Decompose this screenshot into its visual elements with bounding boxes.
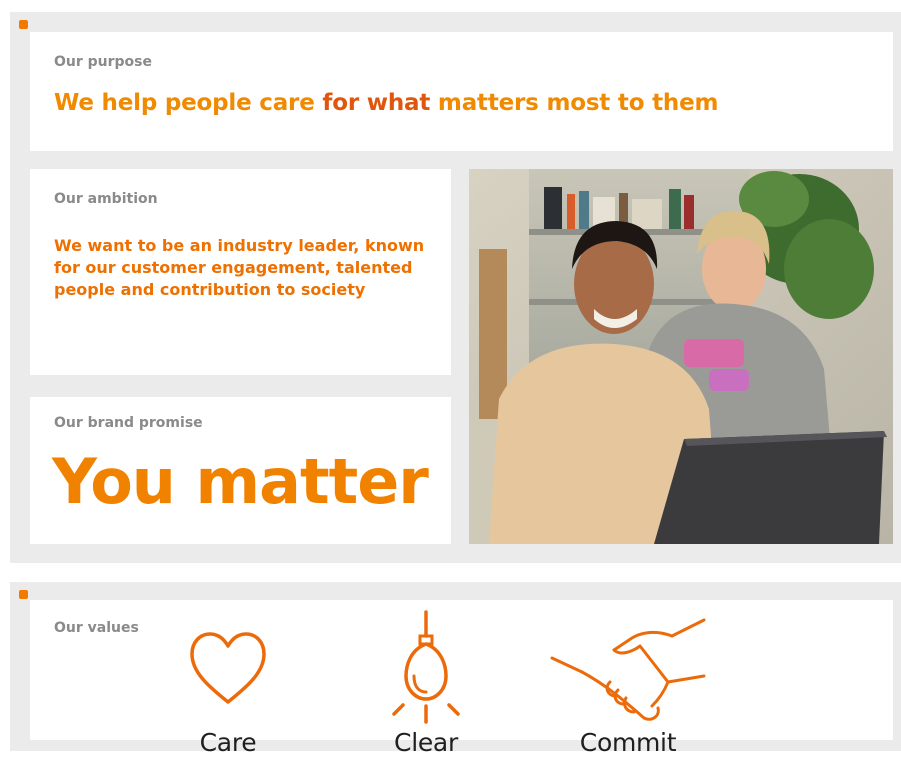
values-label: Our values: [54, 620, 139, 636]
value-clear-label: Clear: [394, 728, 458, 757]
ambition-card: Our ambition We want to be an industry l…: [30, 169, 451, 375]
handshake-icon: [550, 618, 706, 721]
ambition-statement: We want to be an industry leader, known …: [54, 236, 425, 299]
ambition-label: Our ambition: [54, 191, 158, 207]
heart-icon: [190, 632, 266, 704]
value-commit-label: Commit: [579, 728, 677, 757]
value-care-label: Care: [199, 728, 257, 757]
purpose-text-part1: We help people care: [54, 90, 323, 116]
lightbulb-icon: [392, 610, 460, 724]
value-commit: Commit: [548, 600, 708, 757]
purpose-label: Our purpose: [54, 54, 153, 70]
values-card: Our values Care Clear Commit: [30, 600, 893, 757]
purpose-text-part2: matters most to them: [430, 90, 719, 116]
brand-promise-label: Our brand promise: [54, 415, 203, 431]
people-at-laptop-photo: [469, 169, 893, 544]
purpose-text-accent: for what: [322, 90, 431, 116]
purpose-card: Our purpose We help people care for what…: [30, 32, 893, 151]
brand-promise-card: Our brand promise You matter: [30, 397, 451, 544]
value-clear: Clear: [376, 600, 476, 757]
brand-promise-statement: You matter: [52, 445, 429, 518]
panel-marker-bottom: [19, 590, 28, 599]
panel-marker-top: [19, 20, 28, 29]
photo-illustration: [469, 169, 893, 544]
purpose-statement: We help people care for what matters mos…: [54, 90, 718, 116]
value-care: Care: [178, 600, 278, 757]
